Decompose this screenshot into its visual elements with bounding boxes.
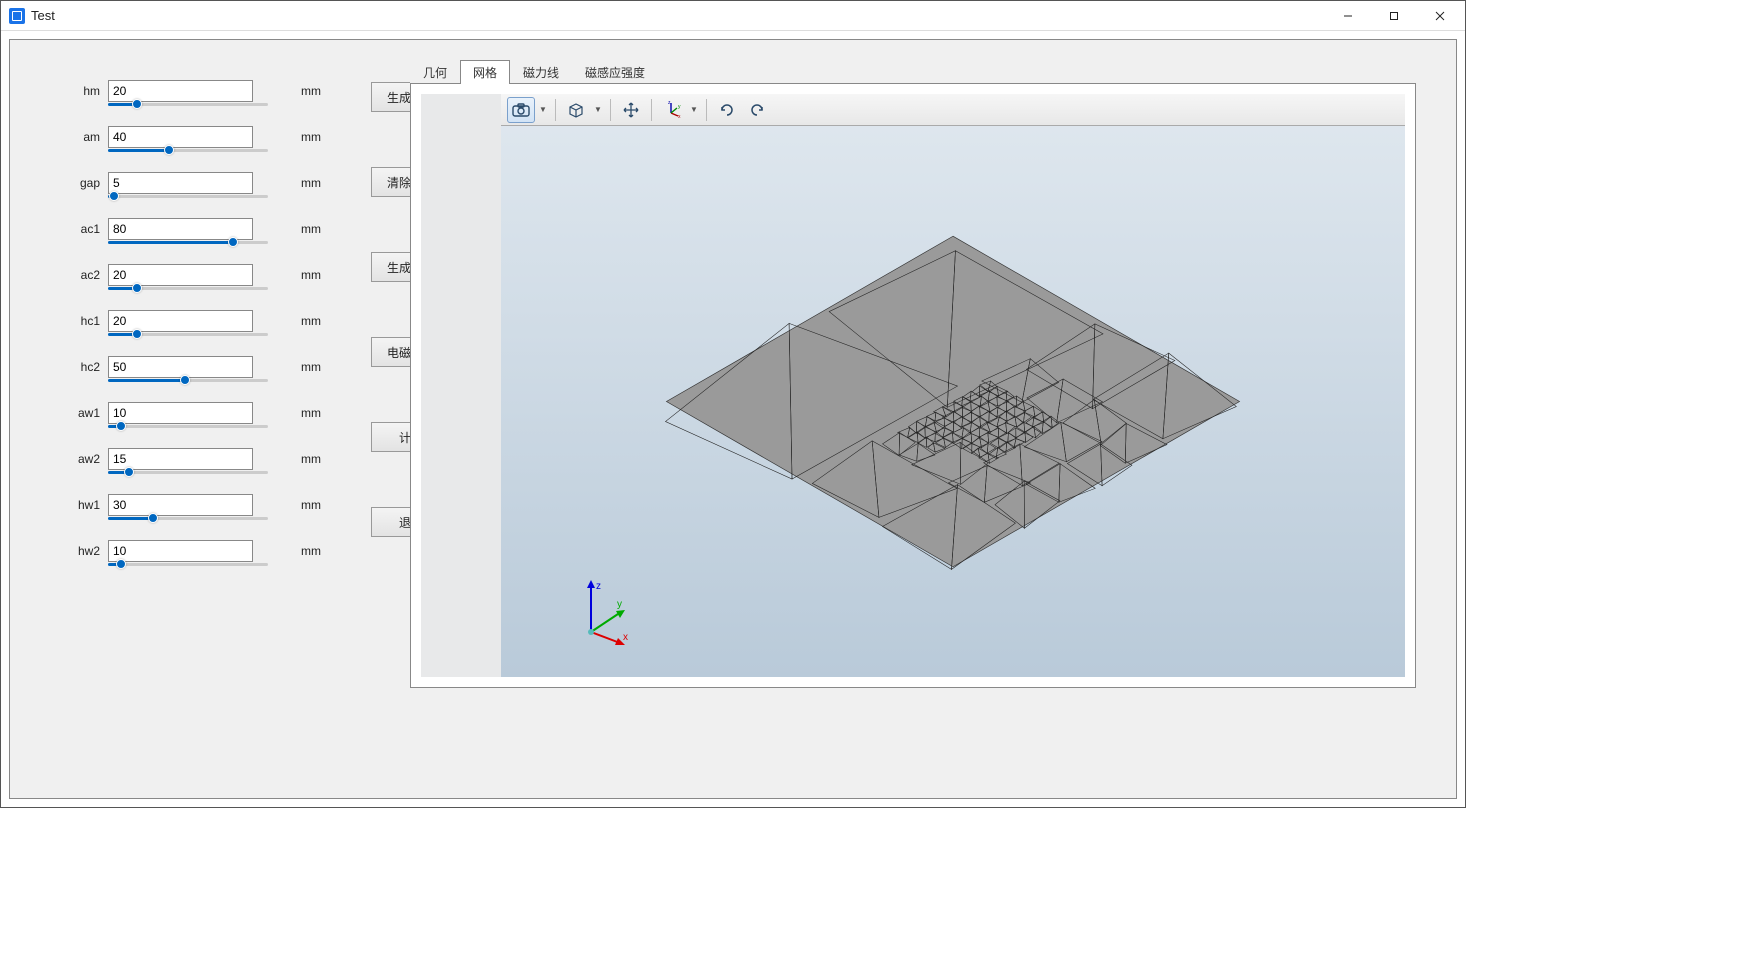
axis-gizmo: z y x	[571, 577, 631, 647]
param-label: gap	[70, 176, 100, 190]
viewer-sidebar	[421, 94, 501, 677]
param-label: hc1	[70, 314, 100, 328]
svg-text:y: y	[617, 599, 622, 610]
param-label: ac1	[70, 222, 100, 236]
mesh-visualization	[501, 126, 1405, 677]
param-label: ac2	[70, 268, 100, 282]
param-slider-hc1[interactable]	[108, 328, 268, 342]
chevron-down-icon[interactable]: ▼	[592, 105, 604, 114]
camera-icon[interactable]	[507, 97, 535, 123]
param-slider-am[interactable]	[108, 144, 268, 158]
param-unit: mm	[301, 176, 331, 190]
chevron-down-icon[interactable]: ▼	[537, 105, 549, 114]
pan-icon[interactable]	[617, 97, 645, 123]
param-unit: mm	[301, 222, 331, 236]
param-label: hw1	[70, 498, 100, 512]
param-slider-gap[interactable]	[108, 190, 268, 204]
viewer-3d[interactable]: ▼ ▼ zyx	[501, 94, 1405, 677]
param-slider-hc2[interactable]	[108, 374, 268, 388]
param-unit: mm	[301, 452, 331, 466]
tab-fluxdensity[interactable]: 磁感应强度	[572, 60, 658, 84]
param-label: am	[70, 130, 100, 144]
rotate-cw-icon[interactable]	[713, 97, 741, 123]
app-window: Test hm mm am mm	[0, 0, 1466, 808]
axes-icon[interactable]: zyx	[658, 97, 686, 123]
viewer-toolbar: ▼ ▼ zyx	[501, 94, 1405, 126]
minimize-button[interactable]	[1325, 1, 1371, 31]
titlebar: Test	[1, 1, 1465, 31]
close-button[interactable]	[1417, 1, 1463, 31]
param-slider-ac1[interactable]	[108, 236, 268, 250]
maximize-button[interactable]	[1371, 1, 1417, 31]
tab-fieldlines[interactable]: 磁力线	[510, 60, 572, 84]
tab-bar: 几何网格磁力线磁感应强度	[410, 60, 1416, 84]
window-title: Test	[31, 8, 55, 23]
param-label: aw2	[70, 452, 100, 466]
param-label: aw1	[70, 406, 100, 420]
mesh-canvas[interactable]: z y x	[501, 126, 1405, 677]
viewer-panel: 几何网格磁力线磁感应强度 ▼	[410, 60, 1456, 798]
param-unit: mm	[301, 544, 331, 558]
cube-view-icon[interactable]	[562, 97, 590, 123]
param-slider-hw2[interactable]	[108, 558, 268, 572]
param-unit: mm	[301, 498, 331, 512]
param-label: hm	[70, 84, 100, 98]
param-unit: mm	[301, 268, 331, 282]
param-unit: mm	[301, 130, 331, 144]
tab-mesh[interactable]: 网格	[460, 60, 510, 84]
tab-geometry[interactable]: 几何	[410, 60, 460, 84]
param-slider-hw1[interactable]	[108, 512, 268, 526]
viewer-frame: ▼ ▼ zyx	[410, 83, 1416, 688]
param-label: hc2	[70, 360, 100, 374]
param-slider-hm[interactable]	[108, 98, 268, 112]
param-unit: mm	[301, 406, 331, 420]
param-unit: mm	[301, 314, 331, 328]
param-label: hw2	[70, 544, 100, 558]
parameters-panel: hm mm am mm gap mm a	[10, 60, 410, 798]
param-unit: mm	[301, 84, 331, 98]
content-area: hm mm am mm gap mm a	[9, 39, 1457, 799]
param-unit: mm	[301, 360, 331, 374]
rotate-ccw-icon[interactable]	[743, 97, 771, 123]
app-icon	[9, 8, 25, 24]
svg-text:x: x	[623, 632, 628, 643]
chevron-down-icon[interactable]: ▼	[688, 105, 700, 114]
param-slider-aw1[interactable]	[108, 420, 268, 434]
svg-text:y: y	[678, 104, 681, 110]
param-slider-aw2[interactable]	[108, 466, 268, 480]
svg-text:x: x	[678, 114, 681, 119]
svg-text:z: z	[596, 581, 601, 592]
param-slider-ac2[interactable]	[108, 282, 268, 296]
